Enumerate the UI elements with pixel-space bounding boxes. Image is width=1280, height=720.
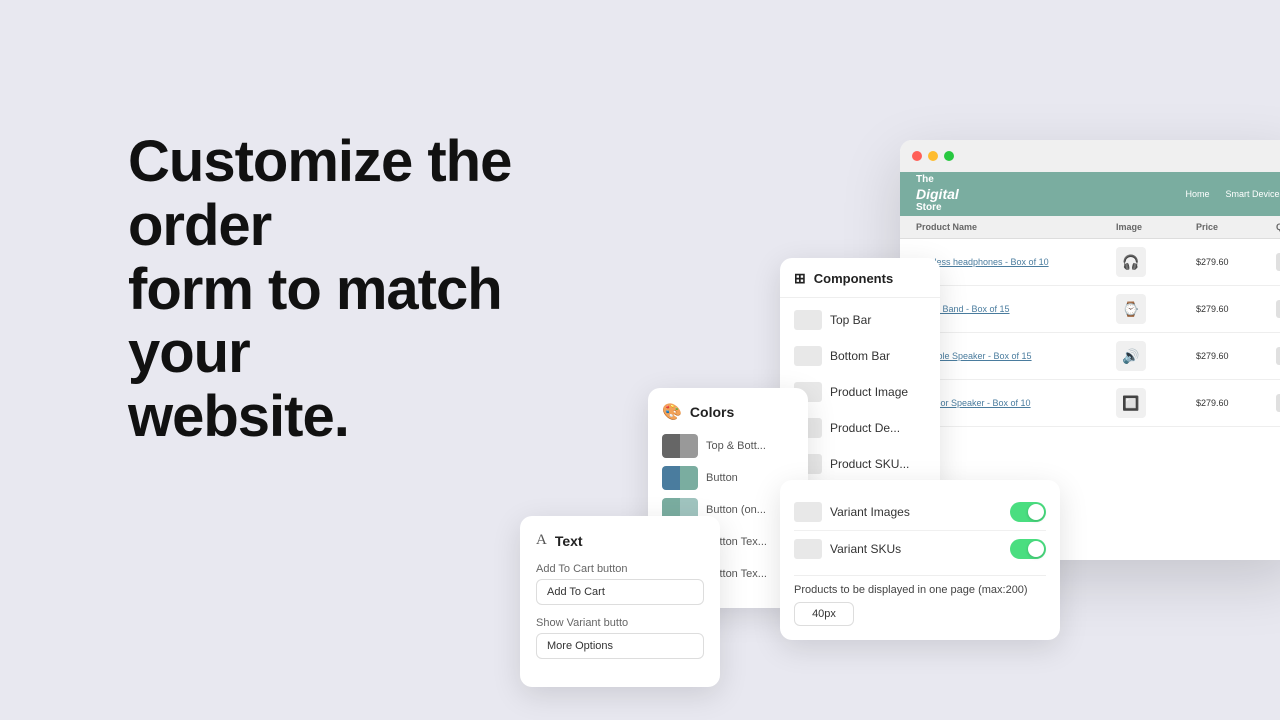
toggle-knob xyxy=(1028,541,1044,557)
text-panel: A Text Add To Cart button Show Variant b… xyxy=(520,516,720,687)
settings-row: Variant Images xyxy=(794,494,1046,531)
text-panel-title: A Text xyxy=(536,532,704,549)
settings-label: Variant SKUs xyxy=(830,542,901,556)
text-field-label: Add To Cart button xyxy=(536,563,704,575)
text-field: Show Variant butto xyxy=(536,617,704,659)
browser-titlebar xyxy=(900,140,1280,172)
table-row: Outdoor Speaker - Box of 10 🔲 $279.60 − xyxy=(900,380,1280,427)
table-body: Wireless headphones - Box of 10 🎧 $279.6… xyxy=(900,239,1280,427)
store-nav: Home Smart Devices xyxy=(1185,189,1280,199)
component-item[interactable]: Top Bar xyxy=(780,302,940,338)
settings-row-left: Variant Images xyxy=(794,502,910,522)
text-field-label: Show Variant butto xyxy=(536,617,704,629)
text-icon: A xyxy=(536,532,547,549)
color-row[interactable]: Button xyxy=(662,466,794,490)
hero-heading: Customize the order form to match your w… xyxy=(128,130,628,449)
component-item-label: Bottom Bar xyxy=(830,349,890,363)
product-price: $279.60 xyxy=(1196,304,1276,314)
qty-button[interactable]: − xyxy=(1276,347,1280,365)
settings-toggle[interactable] xyxy=(1010,502,1046,522)
components-panel-title: ⊞ Components xyxy=(780,270,940,298)
product-name: Outdoor Speaker - Box of 10 xyxy=(916,398,1116,408)
component-item-label: Top Bar xyxy=(830,313,871,327)
components-icon: ⊞ xyxy=(794,270,806,287)
product-image: ⌚ xyxy=(1116,294,1146,324)
product-price: $279.60 xyxy=(1196,351,1276,361)
component-item-icon xyxy=(794,346,822,366)
qty-button[interactable]: − xyxy=(1276,253,1280,271)
color-label: Button xyxy=(706,472,738,484)
settings-icon xyxy=(794,502,822,522)
settings-label: Variant Images xyxy=(830,505,910,519)
component-item-icon xyxy=(794,310,822,330)
store-logo: The Digital Store xyxy=(916,174,959,215)
color-row[interactable]: Top & Bott... xyxy=(662,434,794,458)
store-header: The Digital Store Home Smart Devices xyxy=(900,172,1280,216)
table-row: Wireless headphones - Box of 10 🎧 $279.6… xyxy=(900,239,1280,286)
settings-toggle[interactable] xyxy=(1010,539,1046,559)
product-image: 🎧 xyxy=(1116,247,1146,277)
component-item-label: Product SKU... xyxy=(830,457,909,471)
text-fields: Add To Cart button Show Variant butto xyxy=(536,563,704,659)
settings-bottom: Products to be displayed in one page (ma… xyxy=(794,575,1046,626)
product-price: $279.60 xyxy=(1196,398,1276,408)
hero-section: Customize the order form to match your w… xyxy=(128,130,628,449)
minimize-dot xyxy=(928,151,938,161)
settings-rows: Variant Images Variant SKUs xyxy=(794,494,1046,567)
qty-button[interactable]: − xyxy=(1276,394,1280,412)
text-field-input[interactable] xyxy=(536,579,704,605)
product-name: Smart Band - Box of 15 xyxy=(916,304,1116,314)
table-header: Product Name Image Price Qua xyxy=(900,216,1280,239)
table-row: Smart Band - Box of 15 ⌚ $279.60 − xyxy=(900,286,1280,333)
product-image: 🔲 xyxy=(1116,388,1146,418)
colors-panel-title: 🎨 Colors xyxy=(662,402,794,422)
settings-panel: Variant Images Variant SKUs Products to … xyxy=(780,480,1060,640)
color-label: Button (on... xyxy=(706,504,766,516)
maximize-dot xyxy=(944,151,954,161)
settings-row: Variant SKUs xyxy=(794,531,1046,567)
color-swatch xyxy=(662,434,698,458)
color-label: Top & Bott... xyxy=(706,440,766,452)
product-image: 🔊 xyxy=(1116,341,1146,371)
product-price: $279.60 xyxy=(1196,257,1276,267)
palette-icon: 🎨 xyxy=(662,402,682,422)
component-item-label: Product Image xyxy=(830,385,908,399)
color-swatch xyxy=(662,466,698,490)
products-per-page-label: Products to be displayed in one page (ma… xyxy=(794,584,1046,596)
close-dot xyxy=(912,151,922,161)
toggle-knob xyxy=(1028,504,1044,520)
component-item-label: Product De... xyxy=(830,421,900,435)
product-name: Portable Speaker - Box of 15 xyxy=(916,351,1116,361)
component-item[interactable]: Bottom Bar xyxy=(780,338,940,374)
text-field: Add To Cart button xyxy=(536,563,704,605)
settings-row-left: Variant SKUs xyxy=(794,539,901,559)
products-per-page-input[interactable] xyxy=(794,602,854,626)
qty-button[interactable]: − xyxy=(1276,300,1280,318)
text-field-input[interactable] xyxy=(536,633,704,659)
product-name: Wireless headphones - Box of 10 xyxy=(916,257,1116,267)
products-per-page-row xyxy=(794,602,1046,626)
table-row: Portable Speaker - Box of 15 🔊 $279.60 − xyxy=(900,333,1280,380)
settings-icon xyxy=(794,539,822,559)
